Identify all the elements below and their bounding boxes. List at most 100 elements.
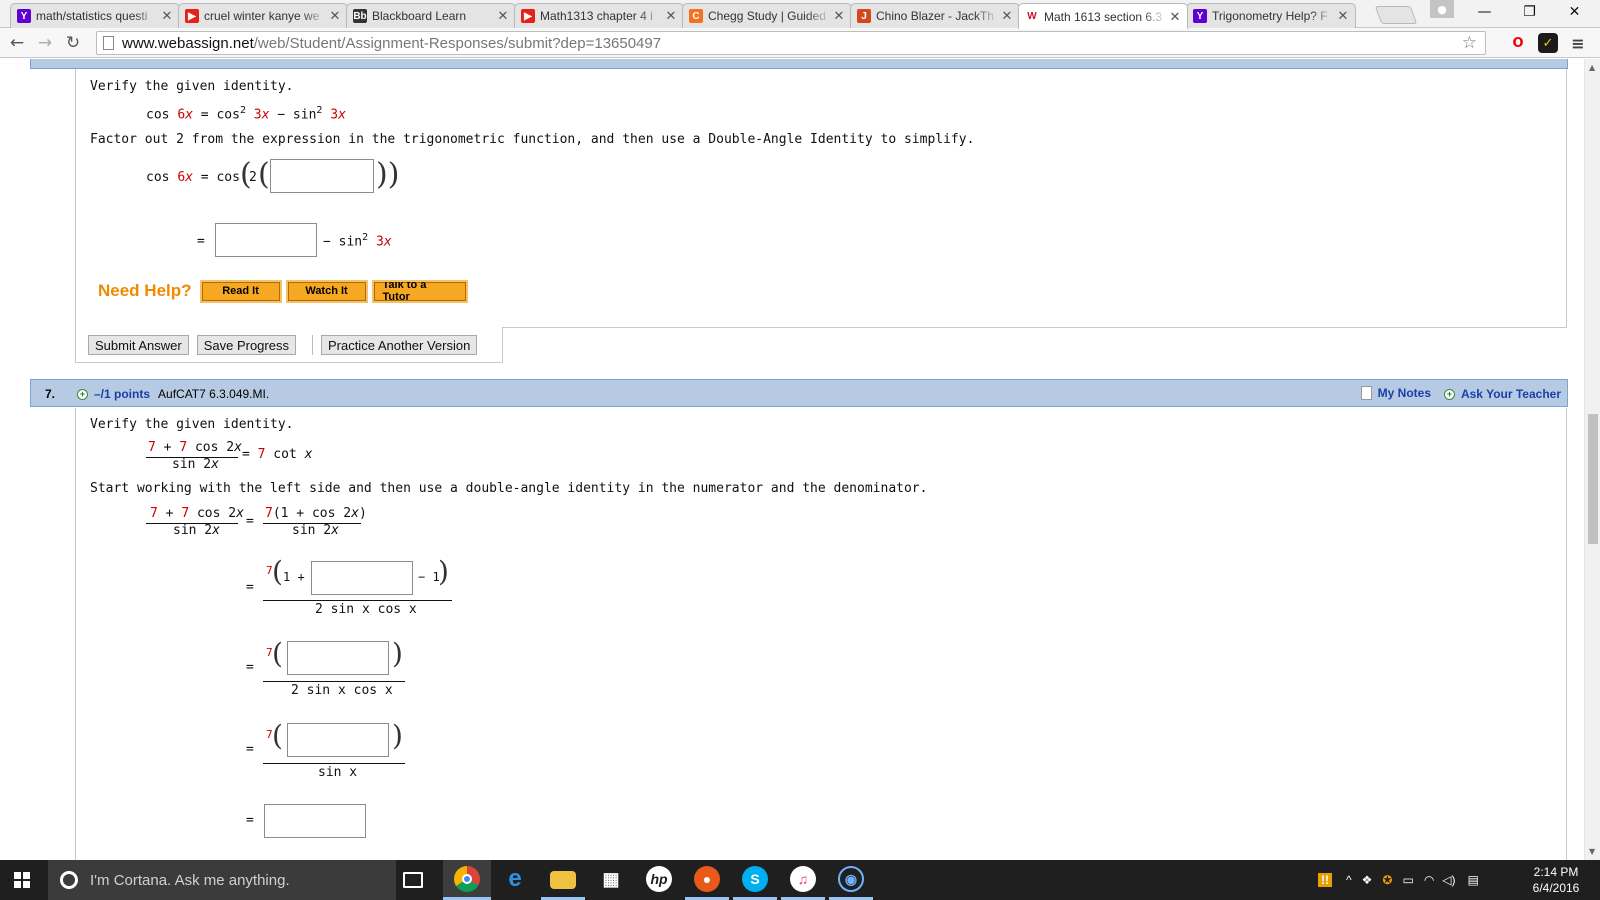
task-view-icon[interactable] <box>403 872 423 888</box>
close-icon[interactable]: ✕ <box>159 8 175 24</box>
address-bar[interactable]: www.webassign.net/web/Student/Assignment… <box>96 31 1486 55</box>
watch-it-button[interactable]: Watch It <box>285 279 368 303</box>
back-icon[interactable]: ← <box>6 32 28 54</box>
battery-icon[interactable]: ▭ <box>1402 873 1413 887</box>
page-content: Verify the given identity. cos 6x = cos2… <box>0 59 1584 860</box>
show-hidden-icons[interactable]: ^ <box>1346 873 1352 887</box>
close-icon[interactable]: ✕ <box>663 8 679 24</box>
q6-answer-box-2[interactable] <box>215 223 317 257</box>
chrome-icon[interactable] <box>454 866 480 892</box>
tab-blackboard[interactable]: Bb Blackboard Learn ✕ <box>346 3 516 28</box>
menu-icon[interactable]: ≡ <box>1568 33 1588 53</box>
divider <box>503 327 1567 328</box>
youtube-icon: ▶ <box>185 9 199 23</box>
q6-answer-box-1[interactable] <box>270 159 374 193</box>
notification-warning-icon[interactable]: !! <box>1318 873 1332 887</box>
date: 6/4/2016 <box>1532 881 1580 895</box>
bookmark-star-icon[interactable]: ☆ <box>1462 33 1477 53</box>
scroll-up-icon[interactable]: ▲ <box>1589 63 1595 72</box>
q7-work-rhs-numerator: 7(1 + cos 2x) <box>265 506 367 521</box>
new-tab-button[interactable] <box>1374 6 1418 24</box>
tab-math1313[interactable]: ▶ Math1313 chapter 4 i ✕ <box>514 3 684 28</box>
origin-icon[interactable]: ● <box>694 866 720 892</box>
my-notes-link[interactable]: My Notes <box>1360 386 1431 400</box>
tab-jackthreads[interactable]: J Chino Blazer - JackTh ✕ <box>850 3 1020 28</box>
fraction-bar <box>263 763 405 764</box>
close-icon[interactable]: ✕ <box>495 8 511 24</box>
save-progress-button[interactable]: Save Progress <box>196 335 296 355</box>
fraction-bar <box>263 681 405 682</box>
cortana-search-box[interactable]: I'm Cortana. Ask me anything. <box>48 860 396 900</box>
read-it-button[interactable]: Read It <box>199 279 282 303</box>
restore-button[interactable]: ❐ <box>1507 0 1552 24</box>
paren-open: ( <box>272 719 283 752</box>
close-window-button[interactable]: ✕ <box>1552 0 1597 24</box>
dropbox-icon[interactable]: ❖ <box>1362 873 1373 887</box>
blackboard-icon: Bb <box>353 9 367 23</box>
close-icon[interactable]: ✕ <box>327 8 343 24</box>
paren-open: ( <box>272 555 283 588</box>
minimize-button[interactable]: — <box>1462 0 1507 24</box>
skype-icon[interactable]: S <box>742 866 768 892</box>
equals-sign: = <box>246 514 254 529</box>
close-icon[interactable]: ✕ <box>831 8 847 24</box>
opera-extension-icon[interactable]: O <box>1508 33 1528 53</box>
forward-icon[interactable]: → <box>34 32 56 54</box>
wifi-icon[interactable]: ◠ <box>1424 873 1434 887</box>
denominator: 2 sin x cos x <box>315 602 417 617</box>
q7-answer-box-3[interactable] <box>287 723 389 757</box>
points-link[interactable]: –/1 points <box>94 387 150 401</box>
q7-answer-box-4[interactable] <box>264 804 366 838</box>
paren-close: ) <box>438 555 449 588</box>
tab-trigonometry[interactable]: Y Trigonometry Help? F ✕ <box>1186 3 1356 28</box>
extension-check-icon[interactable]: ✓ <box>1538 33 1558 53</box>
volume-icon[interactable]: ◁) <box>1442 873 1455 887</box>
expand-plus-icon[interactable]: + <box>77 388 88 400</box>
question-7-body <box>75 408 1567 860</box>
close-icon[interactable]: ✕ <box>1167 9 1183 25</box>
chegg-icon: C <box>689 9 703 23</box>
question-6-header <box>30 59 1568 69</box>
minus-one: − 1 <box>418 570 440 584</box>
q7-prompt: Verify the given identity. <box>90 417 294 432</box>
ask-your-teacher-link[interactable]: + Ask Your Teacher <box>1443 387 1561 401</box>
system-tray: !! ^ ❖ ✪ ▭ ◠ ◁) ▤ <box>1318 860 1479 900</box>
reload-icon[interactable]: ↻ <box>62 32 84 54</box>
scroll-down-icon[interactable]: ▼ <box>1589 847 1595 856</box>
q7-identity-denominator: sin 2x <box>172 457 219 472</box>
close-icon[interactable]: ✕ <box>999 8 1015 24</box>
q7-work-rhs-denominator: sin 2x <box>292 523 339 538</box>
user-icon[interactable]: ● <box>1430 0 1454 18</box>
practice-another-version-button[interactable]: Practice Another Version <box>320 335 478 355</box>
paren-open: ( <box>272 637 283 670</box>
jackthreads-icon: J <box>857 9 871 23</box>
scrollbar[interactable]: ▲ ▼ <box>1584 59 1600 860</box>
app-circle-icon[interactable]: ◉ <box>838 866 864 892</box>
q7-answer-box-1[interactable] <box>311 561 413 595</box>
scrollbar-thumb[interactable] <box>1588 414 1598 544</box>
talk-to-tutor-button[interactable]: Talk to a Tutor <box>371 279 468 303</box>
file-explorer-icon[interactable] <box>550 871 576 889</box>
plus-circle-icon: + <box>1443 388 1455 400</box>
edge-icon[interactable]: e <box>502 865 528 892</box>
tab-webassign[interactable]: W Math 1613 section 6.3 ✕ <box>1018 3 1188 29</box>
need-help-label: Need Help? <box>98 281 192 300</box>
paren-close: ) <box>392 637 403 670</box>
action-center-icon[interactable]: ▤ <box>1468 873 1479 887</box>
q6-identity: cos 6x = cos2 3x − sin2 3x <box>146 105 346 123</box>
app-tray-icon[interactable]: ✪ <box>1382 873 1392 887</box>
hp-icon[interactable]: hp <box>646 866 672 892</box>
denominator: 2 sin x cos x <box>291 683 393 698</box>
itunes-icon[interactable]: ♫ <box>790 866 816 892</box>
clock[interactable]: 2:14 PM 6/4/2016 <box>1526 864 1586 896</box>
windows-taskbar: I'm Cortana. Ask me anything. e ▦ hp ● S… <box>0 860 1600 900</box>
equals-sign: = <box>246 742 254 757</box>
store-icon[interactable]: ▦ <box>598 866 624 892</box>
tab-kanye[interactable]: ▶ cruel winter kanye we ✕ <box>178 3 348 28</box>
tab-chegg[interactable]: C Chegg Study | Guided ✕ <box>682 3 852 28</box>
windows-start-icon[interactable] <box>14 872 30 888</box>
close-icon[interactable]: ✕ <box>1335 8 1351 24</box>
submit-answer-button[interactable]: Submit Answer <box>88 335 189 355</box>
tab-math-statistics[interactable]: Ymath/statistics questi ✕ <box>10 3 180 28</box>
q7-answer-box-2[interactable] <box>287 641 389 675</box>
